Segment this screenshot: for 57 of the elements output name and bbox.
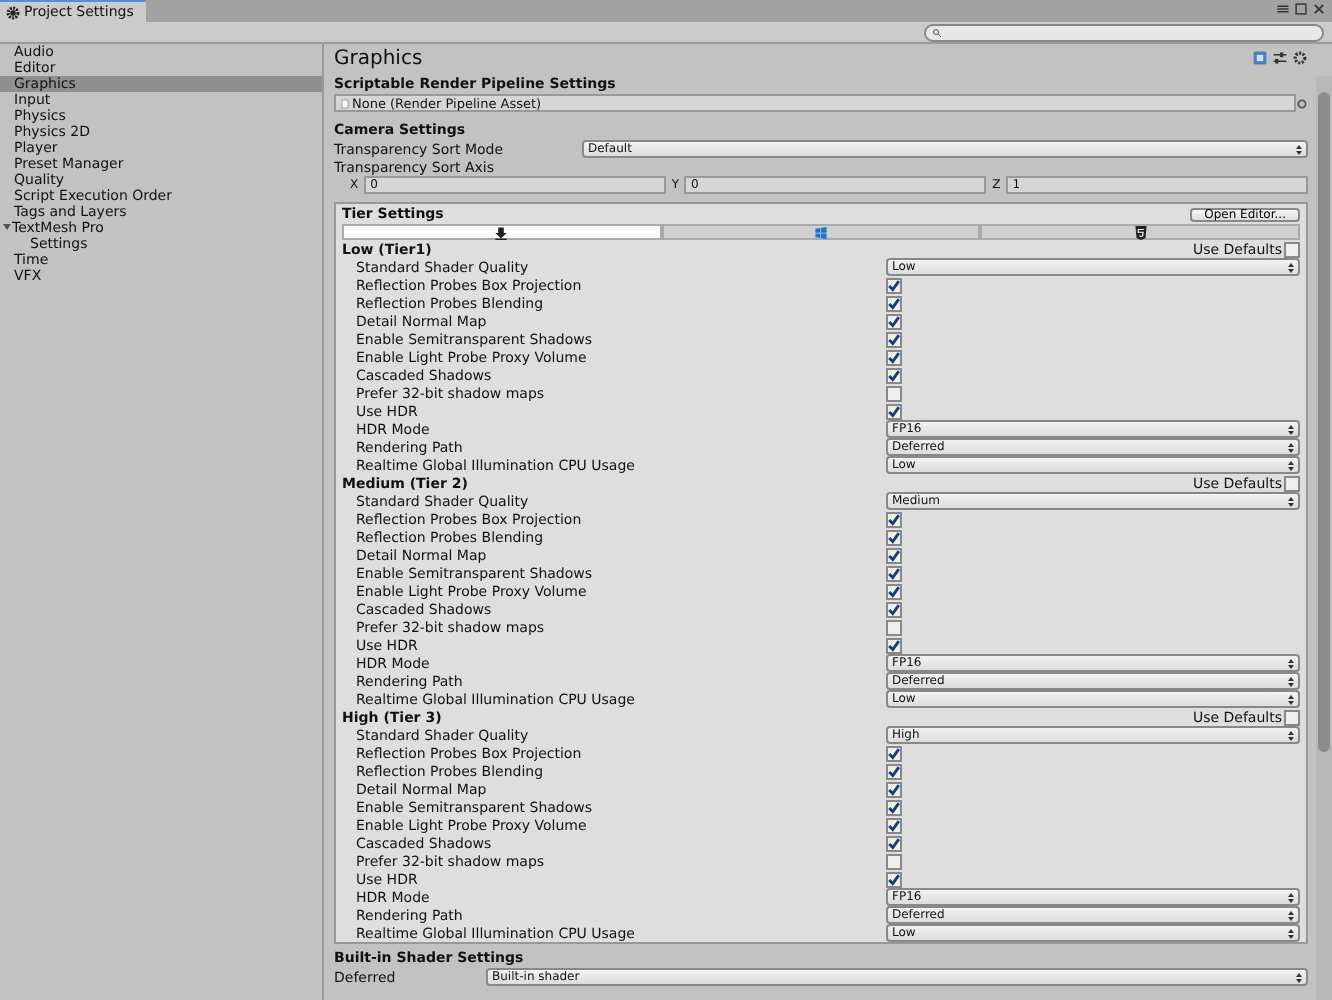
up-down-arrows-icon	[1296, 971, 1302, 983]
checkbox[interactable]	[886, 511, 902, 527]
checkbox[interactable]	[886, 547, 902, 563]
checkbox[interactable]	[1284, 475, 1300, 491]
shield-icon	[1133, 225, 1148, 239]
up-down-arrows-icon	[1288, 441, 1294, 453]
search-field[interactable]	[924, 23, 1324, 41]
checkbox[interactable]	[886, 313, 902, 329]
up-down-arrows-icon	[1288, 729, 1294, 741]
checkbox[interactable]	[886, 601, 902, 617]
checkbox[interactable]	[886, 565, 902, 581]
menu-icon	[1276, 2, 1290, 16]
checkbox[interactable]	[886, 817, 902, 833]
download-icon	[494, 225, 509, 239]
close-icon	[1312, 2, 1326, 16]
checkbox[interactable]	[886, 403, 902, 419]
up-down-arrows-icon	[1288, 693, 1294, 705]
up-down-arrows-icon	[1288, 891, 1294, 903]
up-down-arrows-icon	[1288, 459, 1294, 471]
platform-tab[interactable]	[980, 224, 1301, 240]
checkbox[interactable]	[886, 871, 902, 887]
page-title: Graphics	[334, 47, 423, 69]
checkbox[interactable]	[886, 799, 902, 815]
checkbox[interactable]	[886, 277, 902, 293]
checkbox[interactable]	[886, 385, 902, 401]
scrollbar[interactable]	[1316, 76, 1332, 1000]
checkbox[interactable]	[1284, 709, 1300, 725]
checkbox[interactable]	[886, 835, 902, 851]
windows-icon	[814, 225, 828, 239]
up-down-arrows-icon	[1288, 495, 1294, 507]
checkbox[interactable]	[886, 529, 902, 545]
checkbox[interactable]	[886, 637, 902, 653]
up-down-arrows-icon	[1288, 909, 1294, 921]
checkbox[interactable]	[886, 781, 902, 797]
up-down-arrows-icon	[1288, 657, 1294, 669]
checkbox[interactable]	[886, 367, 902, 383]
up-down-arrows-icon	[1296, 143, 1302, 155]
up-down-arrows-icon	[1288, 423, 1294, 435]
checkbox[interactable]	[1284, 241, 1300, 257]
checkbox[interactable]	[886, 583, 902, 599]
up-down-arrows-icon	[1288, 927, 1294, 939]
checkbox[interactable]	[886, 349, 902, 365]
maximize-icon	[1294, 2, 1308, 16]
gear-icon	[1292, 50, 1308, 66]
checkbox[interactable]	[886, 295, 902, 311]
checkbox[interactable]	[886, 331, 902, 347]
checkbox[interactable]	[886, 853, 902, 869]
checkbox[interactable]	[886, 745, 902, 761]
checkbox[interactable]	[886, 763, 902, 779]
up-down-arrows-icon	[1288, 261, 1294, 273]
asset-icon	[340, 97, 350, 109]
sliders-icon	[1272, 50, 1288, 66]
checkbox[interactable]	[886, 619, 902, 635]
up-down-arrows-icon	[1288, 675, 1294, 687]
target-icon	[1296, 97, 1308, 109]
search-icon	[932, 27, 942, 37]
gear-icon	[6, 5, 20, 19]
